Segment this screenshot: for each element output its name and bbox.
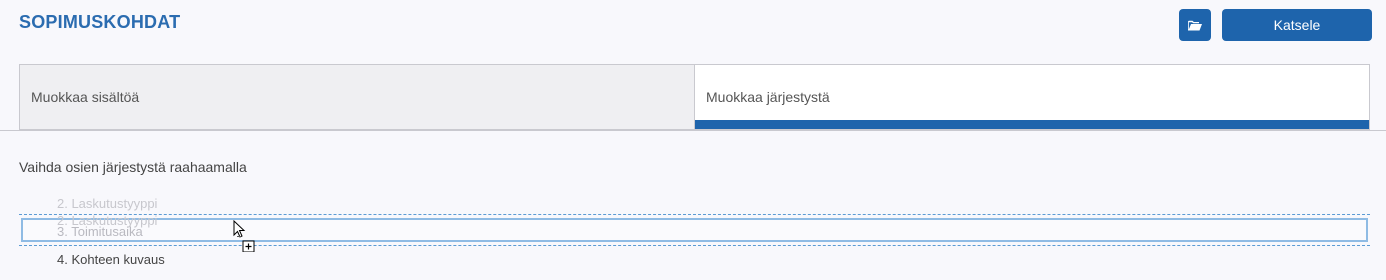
tab-label: Muokkaa sisältöä xyxy=(31,89,140,105)
folder-open-icon xyxy=(1188,20,1202,30)
tab-edit-content[interactable]: Muokkaa sisältöä xyxy=(20,65,695,129)
view-button[interactable]: Katsele xyxy=(1222,9,1372,41)
drag-copy-cursor-icon xyxy=(233,220,255,252)
list-item[interactable]: 2. Laskutustyyppi xyxy=(57,196,157,211)
active-tab-indicator xyxy=(695,120,1369,129)
list-item[interactable]: 3. Toimitusaika xyxy=(57,224,143,239)
tab-label: Muokkaa järjestystä xyxy=(706,89,830,105)
open-folder-button[interactable] xyxy=(1179,9,1211,41)
tab-bar: Muokkaa sisältöä Muokkaa järjestystä xyxy=(19,64,1370,130)
instruction-text: Vaihda osien järjestystä raahaamalla xyxy=(19,159,247,175)
page-title: SOPIMUSKOHDAT xyxy=(19,12,181,32)
list-item[interactable]: 4. Kohteen kuvaus xyxy=(57,252,165,267)
section-divider xyxy=(0,130,1386,131)
drop-placeholder xyxy=(21,218,1368,242)
tab-edit-order[interactable]: Muokkaa järjestystä xyxy=(695,65,1369,129)
